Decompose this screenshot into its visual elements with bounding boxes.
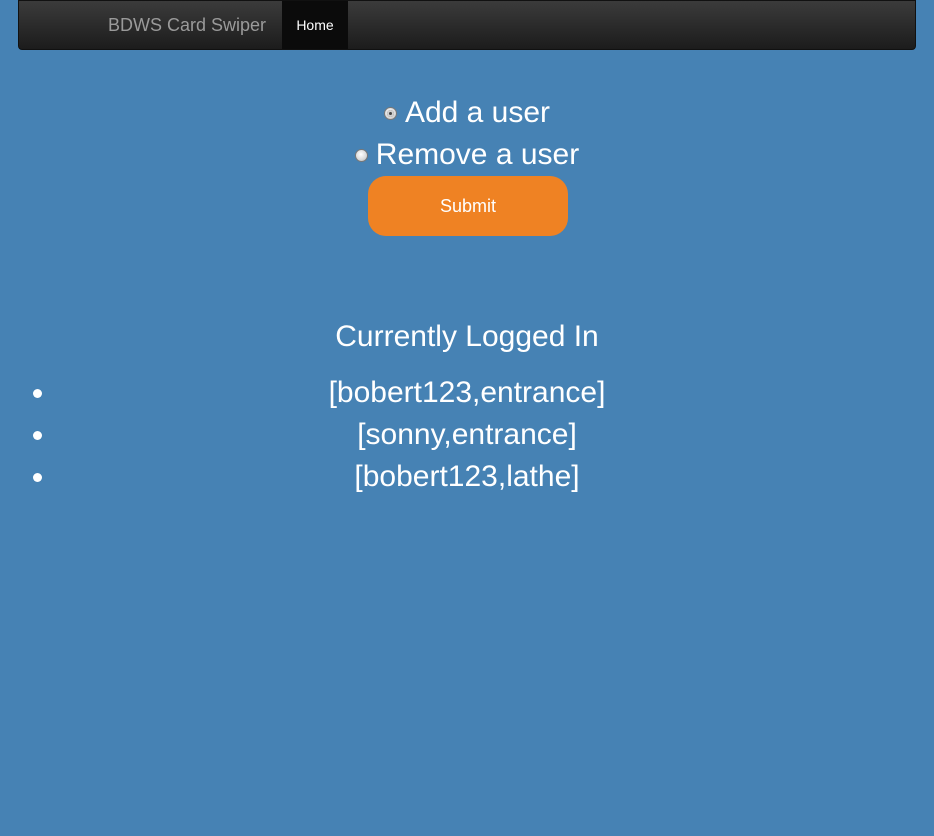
add-user-radio[interactable] bbox=[383, 106, 397, 120]
remove-user-label: Remove a user bbox=[375, 138, 580, 171]
navbar: BDWS Card Swiper Home bbox=[18, 0, 916, 50]
submit-button[interactable]: Submit bbox=[368, 176, 568, 236]
remove-user-radio[interactable] bbox=[354, 148, 368, 162]
logged-in-title: Currently Logged In bbox=[335, 320, 599, 353]
list-item: [bobert123,entrance] bbox=[20, 372, 914, 414]
user-action-form: Add a user Remove a user bbox=[0, 92, 934, 176]
list-item: [bobert123,lathe] bbox=[20, 456, 914, 498]
option-add-user-row[interactable]: Add a user bbox=[0, 92, 934, 134]
option-remove-user-row[interactable]: Remove a user bbox=[0, 134, 934, 176]
logged-in-entry: [bobert123,lathe] bbox=[354, 460, 580, 493]
logged-in-list: [bobert123,entrance] [sonny,entrance] [b… bbox=[20, 372, 914, 498]
list-item: [sonny,entrance] bbox=[20, 414, 914, 456]
add-user-label: Add a user bbox=[404, 96, 551, 129]
brand-title[interactable]: BDWS Card Swiper bbox=[108, 1, 282, 49]
logged-in-entry: [bobert123,entrance] bbox=[328, 376, 606, 409]
logged-in-entry: [sonny,entrance] bbox=[357, 418, 577, 451]
nav-item-home[interactable]: Home bbox=[282, 1, 348, 49]
